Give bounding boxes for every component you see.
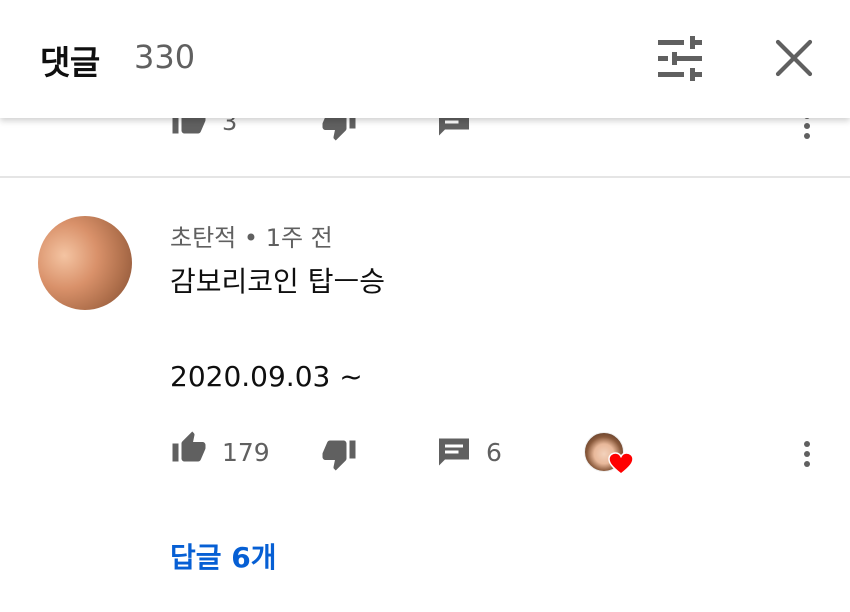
comment-time: 1주 전 xyxy=(265,224,333,252)
meta-separator: • xyxy=(243,224,259,252)
heart-icon xyxy=(608,452,634,476)
page-title: 댓글 xyxy=(40,43,100,82)
comments-header: 댓글 330 xyxy=(0,0,850,118)
creator-heart xyxy=(584,432,636,478)
author-name[interactable]: 초탄적 xyxy=(170,224,236,252)
thumbs-up-icon[interactable] xyxy=(170,430,208,466)
comment-text-date: 2020.09.03 ~ xyxy=(170,360,363,393)
avatar[interactable] xyxy=(38,216,132,310)
comment-text: 감보리코인 탑ㅡ승 xyxy=(170,265,385,298)
close-icon[interactable] xyxy=(772,36,816,80)
comment-actions: 179 6 xyxy=(0,424,850,484)
reply-count: 6 xyxy=(486,438,502,467)
comment-count: 330 xyxy=(134,38,196,76)
like-count: 179 xyxy=(222,438,270,467)
tune-icon[interactable] xyxy=(654,34,706,84)
thumbs-down-icon[interactable] xyxy=(320,436,358,472)
comment-meta: 초탄적 • 1주 전 xyxy=(170,218,333,253)
more-vert-icon[interactable] xyxy=(796,434,818,474)
reply-icon[interactable] xyxy=(436,434,472,470)
view-replies-link[interactable]: 답글 6개 xyxy=(170,536,277,576)
divider xyxy=(0,176,850,178)
